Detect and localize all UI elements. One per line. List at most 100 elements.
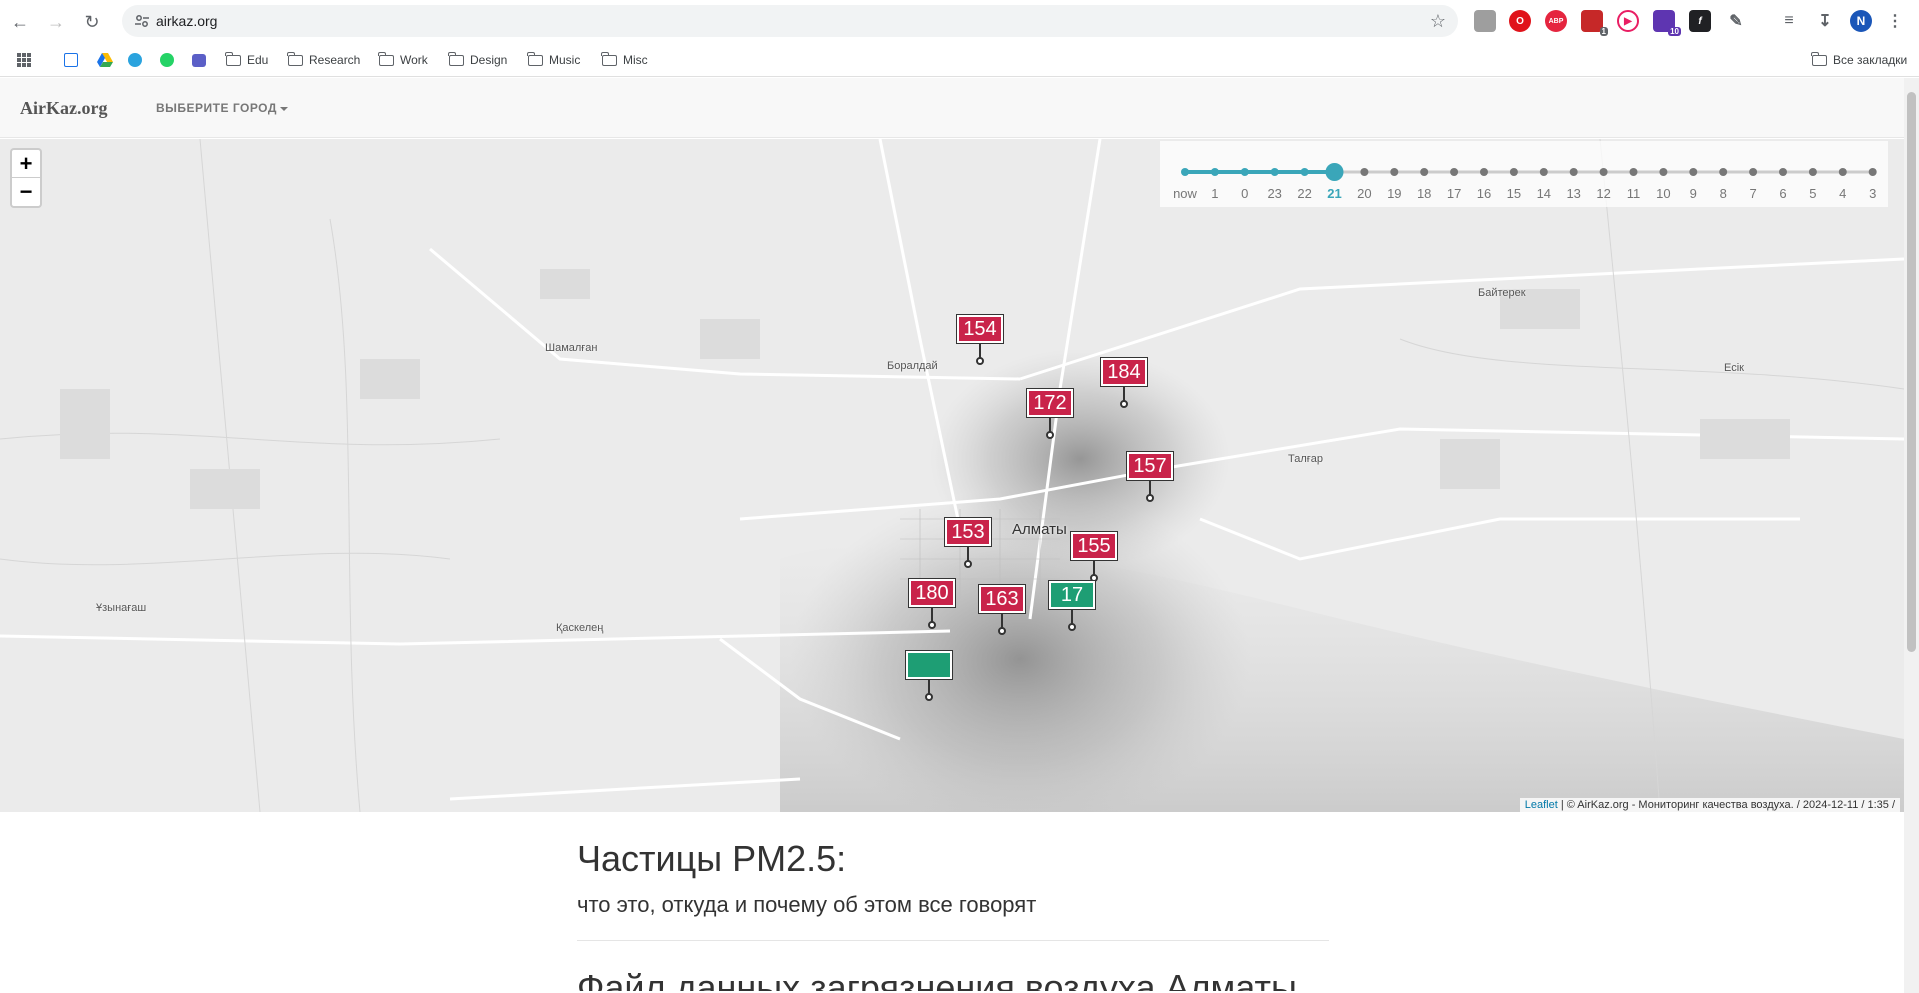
- slider-label[interactable]: 17: [1447, 186, 1461, 201]
- slider-label[interactable]: 3: [1869, 186, 1876, 201]
- slider-tick[interactable]: [1480, 168, 1488, 176]
- extension-icon-2[interactable]: 10: [1653, 10, 1681, 36]
- extension-badge-icon[interactable]: 1: [1581, 10, 1608, 36]
- slider-tick[interactable]: [1270, 168, 1279, 176]
- slider-label[interactable]: 15: [1507, 186, 1521, 201]
- slider-tick[interactable]: [1539, 168, 1548, 176]
- bookmark-folder-research[interactable]: Research: [287, 51, 360, 69]
- slider-tick[interactable]: [1659, 168, 1668, 176]
- site-brand[interactable]: AirKaz.org: [20, 98, 107, 119]
- slider-label[interactable]: 20: [1357, 186, 1371, 201]
- slider-tick[interactable]: [1420, 168, 1429, 176]
- slider-tick[interactable]: [1838, 168, 1847, 176]
- whatsapp-bookmark-icon[interactable]: [160, 51, 174, 69]
- slider-label[interactable]: 13: [1566, 186, 1580, 201]
- sensor-marker[interactable]: [905, 650, 953, 701]
- leaflet-link[interactable]: Leaflet: [1525, 799, 1558, 811]
- opera-extension-icon[interactable]: O: [1509, 10, 1531, 32]
- sensor-marker[interactable]: 180: [908, 578, 956, 629]
- bookmark-folder-edu[interactable]: Edu: [225, 51, 268, 69]
- calendar-bookmark-icon[interactable]: [64, 51, 78, 69]
- sensor-marker[interactable]: 153: [944, 517, 992, 568]
- slider-label[interactable]: 7: [1749, 186, 1756, 201]
- sensor-marker[interactable]: 157: [1126, 451, 1174, 502]
- time-slider[interactable]: now 1 0 23 22 21 20 19 18 17 16 15 14 13 12 11 10 9 8 7 6 5 4 3: [1160, 141, 1888, 207]
- slider-tick[interactable]: [1599, 168, 1608, 176]
- slider-label[interactable]: 6: [1779, 186, 1786, 201]
- slider-label[interactable]: 4: [1839, 186, 1846, 201]
- slider-label[interactable]: 9: [1690, 186, 1697, 201]
- slider-label[interactable]: 21: [1327, 186, 1341, 201]
- pollution-map[interactable]: + − now 1 0 23 22 21 20 19 18 17 16 15 14 13 12 11 10 9 8 7…: [0, 139, 1904, 812]
- slider-tick[interactable]: [1509, 168, 1518, 176]
- slider-tick[interactable]: [1210, 168, 1219, 176]
- extension-icon[interactable]: [1474, 10, 1496, 32]
- reload-icon[interactable]: ↻: [76, 6, 108, 38]
- slider-tick[interactable]: [1689, 168, 1698, 176]
- scrollbar-thumb[interactable]: [1907, 92, 1916, 652]
- slider-label[interactable]: 1: [1211, 186, 1218, 201]
- sensor-marker[interactable]: 184: [1100, 357, 1148, 408]
- slider-label[interactable]: 0: [1241, 186, 1248, 201]
- slider-label[interactable]: 19: [1387, 186, 1401, 201]
- slider-tick[interactable]: [1181, 168, 1189, 176]
- slider-label[interactable]: 22: [1297, 186, 1311, 201]
- slider-tick[interactable]: [1749, 168, 1758, 176]
- sensor-marker[interactable]: 17: [1048, 580, 1096, 631]
- slider-handle[interactable]: [1325, 163, 1344, 181]
- extensions-puzzle-icon[interactable]: ✎: [1725, 10, 1747, 32]
- slider-tick[interactable]: [1569, 168, 1578, 176]
- slider-tick[interactable]: [1719, 168, 1728, 176]
- page-scrollbar[interactable]: [1904, 78, 1919, 993]
- menu-kebab-icon[interactable]: ⋮: [1884, 10, 1906, 32]
- site-info-icon[interactable]: [134, 13, 150, 29]
- slider-tick[interactable]: [1360, 168, 1369, 176]
- sensor-marker[interactable]: 154: [956, 314, 1004, 365]
- profile-avatar[interactable]: N: [1850, 10, 1872, 32]
- bookmark-star-icon[interactable]: ☆: [1430, 11, 1446, 32]
- slider-label[interactable]: 11: [1627, 186, 1641, 201]
- slider-tick[interactable]: [1779, 168, 1787, 176]
- address-bar[interactable]: airkaz.org ☆: [122, 5, 1458, 37]
- slider-label[interactable]: 5: [1809, 186, 1816, 201]
- slider-tick[interactable]: [1390, 168, 1399, 176]
- slider-tick[interactable]: [1240, 168, 1249, 176]
- bookmark-folder-music[interactable]: Music: [527, 51, 580, 69]
- slider-tick[interactable]: [1629, 168, 1638, 176]
- slider-label[interactable]: 10: [1656, 186, 1670, 201]
- url-text[interactable]: airkaz.org: [156, 13, 217, 29]
- sensor-marker[interactable]: 172: [1026, 388, 1074, 439]
- city-dropdown[interactable]: ВЫБЕРИТЕ ГОРОД: [156, 101, 288, 115]
- formula-extension-icon[interactable]: f: [1689, 10, 1711, 32]
- bookmark-folder-misc[interactable]: Misc: [601, 51, 648, 69]
- zoom-in-button[interactable]: +: [12, 150, 40, 178]
- back-icon[interactable]: ←: [4, 6, 36, 38]
- all-bookmarks[interactable]: Все закладки: [1811, 51, 1907, 69]
- forward-icon[interactable]: →: [40, 6, 72, 38]
- slider-tick[interactable]: [1300, 168, 1309, 176]
- slider-label[interactable]: 8: [1720, 186, 1727, 201]
- bookmark-folder-design[interactable]: Design: [448, 51, 507, 69]
- slider-tick[interactable]: [1868, 168, 1877, 176]
- reading-list-icon[interactable]: ≡: [1778, 10, 1800, 32]
- teams-bookmark-icon[interactable]: [192, 51, 206, 69]
- sensor-marker[interactable]: 163: [978, 584, 1026, 635]
- apps-grid-icon[interactable]: [17, 51, 31, 69]
- sensor-marker[interactable]: 155: [1070, 531, 1118, 582]
- time-slider-track[interactable]: now 1 0 23 22 21 20 19 18 17 16 15 14 13 12 11 10 9 8 7 6 5 4 3: [1160, 141, 1888, 207]
- video-extension-icon[interactable]: ▶: [1617, 10, 1639, 32]
- zoom-out-button[interactable]: −: [12, 178, 40, 206]
- slider-label[interactable]: 18: [1417, 186, 1431, 201]
- slider-label[interactable]: 14: [1537, 186, 1551, 201]
- slider-tick[interactable]: [1450, 168, 1459, 176]
- slider-label[interactable]: now: [1173, 186, 1197, 201]
- slider-tick[interactable]: [1808, 168, 1817, 176]
- slider-label[interactable]: 23: [1267, 186, 1281, 201]
- slider-label[interactable]: 16: [1477, 186, 1491, 201]
- bookmark-folder-work[interactable]: Work: [378, 51, 428, 69]
- drive-bookmark-icon[interactable]: [97, 51, 113, 69]
- telegram-bookmark-icon[interactable]: [128, 51, 142, 69]
- download-icon[interactable]: ↧: [1814, 10, 1836, 32]
- slider-label[interactable]: 12: [1596, 186, 1610, 201]
- adblock-icon[interactable]: ABP: [1545, 10, 1567, 32]
